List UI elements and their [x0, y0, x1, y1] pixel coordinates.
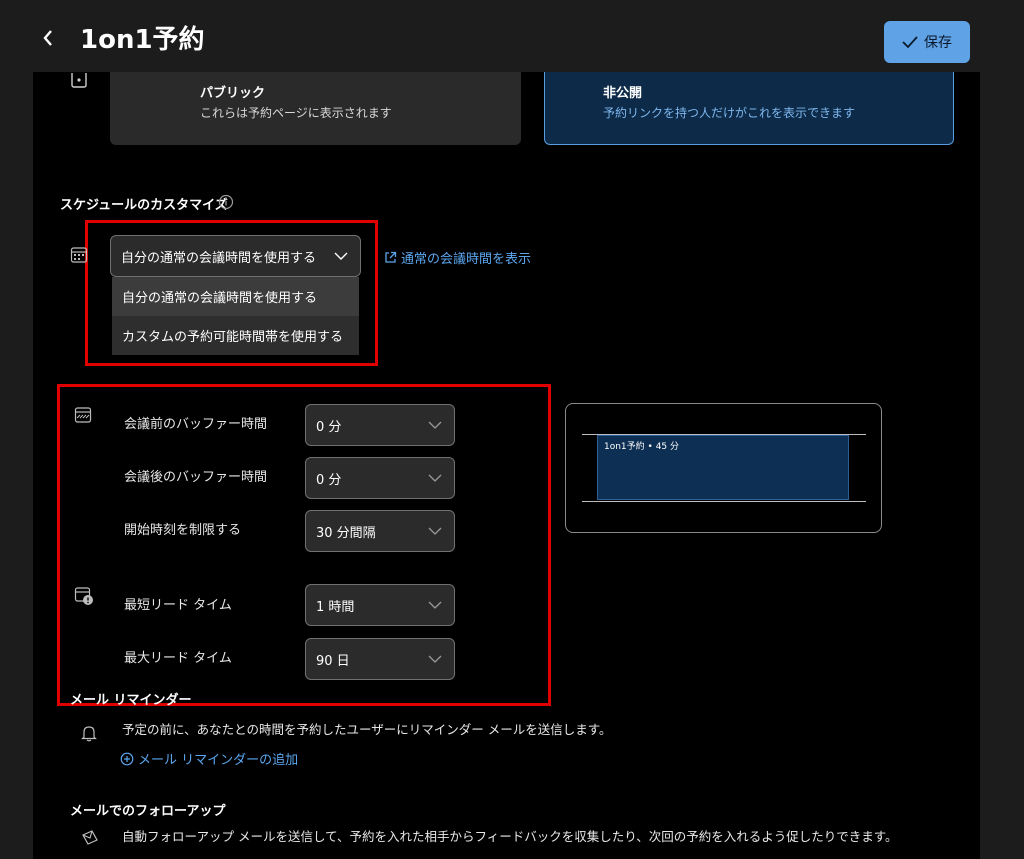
private-option-desc: 予約リンクを持つ人だけがこれを表示できます [603, 106, 856, 120]
add-circle-icon [120, 752, 134, 765]
before-buffer-value: 0 分 [316, 419, 342, 435]
schedule-dropdown-menu: 自分の通常の会議時間を使用する カスタムの予約可能時間帯を使用する [112, 277, 359, 355]
min-lead-label: 最短リード タイム [124, 598, 232, 613]
reminder-heading: メール リマインダー [70, 693, 192, 708]
private-option-card[interactable]: 非公開 予約リンクを持つ人だけがこれを表示できます [544, 72, 954, 145]
min-lead-select[interactable]: 1 時間 [305, 584, 455, 626]
view-hours-link-label: 通常の会議時間を表示 [401, 252, 532, 267]
add-reminder-link[interactable]: メール リマインダーの追加 [120, 749, 298, 768]
save-button-label: 保存 [924, 35, 952, 51]
info-icon[interactable] [218, 194, 234, 214]
public-option-desc: これらは予約ページに表示されます [200, 106, 392, 120]
followup-desc: 自動フォローアップ メールを送信して、予約を入れた相手からフィードバックを収集し… [122, 829, 898, 844]
public-option-title: パブリック [200, 86, 266, 101]
start-time-select[interactable]: 30 分間隔 [305, 510, 455, 552]
save-button[interactable]: 保存 [884, 21, 970, 63]
chevron-left-icon [43, 30, 52, 46]
after-buffer-value: 0 分 [316, 472, 342, 488]
visibility-icon [70, 72, 88, 92]
start-time-label: 開始時刻を制限する [124, 523, 242, 538]
schedule-heading: スケジュールのカスタマイズ [60, 198, 228, 213]
chevron-down-icon [428, 474, 442, 482]
chevron-down-icon [428, 601, 442, 609]
schedule-option-regular[interactable]: 自分の通常の会議時間を使用する [112, 277, 359, 316]
schedule-option-custom[interactable]: カスタムの予約可能時間帯を使用する [112, 316, 359, 355]
back-button[interactable] [42, 28, 54, 53]
before-buffer-select[interactable]: 0 分 [305, 404, 455, 446]
preview-bottom-line [582, 501, 866, 502]
chevron-down-icon [428, 527, 442, 535]
bell-icon [80, 724, 98, 746]
chevron-down-icon [428, 655, 442, 663]
schedule-dropdown-value: 自分の通常の会議時間を使用する [121, 250, 317, 266]
schedule-dropdown[interactable]: 自分の通常の会議時間を使用する [110, 235, 361, 277]
max-lead-select[interactable]: 90 日 [305, 638, 455, 680]
after-buffer-select[interactable]: 0 分 [305, 457, 455, 499]
max-lead-label: 最大リード タイム [124, 651, 232, 666]
preview-event-block: 1on1予約 • 45 分 [597, 435, 849, 500]
followup-heading: メールでのフォローアップ [70, 804, 226, 819]
lead-time-icon [74, 586, 94, 610]
add-reminder-label: メール リマインダーの追加 [138, 753, 299, 768]
chevron-down-icon [334, 252, 348, 260]
calendar-grid-icon [70, 246, 88, 268]
max-lead-value: 90 日 [316, 653, 350, 669]
mail-followup-icon [80, 828, 100, 852]
view-hours-link[interactable]: 通常の会議時間を表示 [384, 248, 531, 267]
open-external-icon [385, 251, 397, 263]
page-title: 1on1予約 [80, 25, 205, 55]
buffer-time-icon [74, 406, 92, 428]
start-time-value: 30 分間隔 [316, 525, 376, 541]
chevron-down-icon [428, 421, 442, 429]
preview-event-label: 1on1予約 • 45 分 [604, 442, 680, 452]
min-lead-value: 1 時間 [316, 599, 355, 615]
checkmark-icon [902, 36, 918, 49]
private-option-title: 非公開 [603, 86, 643, 101]
buffer-preview: 1on1予約 • 45 分 [565, 403, 882, 533]
before-buffer-label: 会議前のバッファー時間 [124, 417, 268, 432]
reminder-desc: 予定の前に、あなたとの時間を予約したユーザーにリマインダー メールを送信します。 [122, 722, 612, 737]
after-buffer-label: 会議後のバッファー時間 [124, 470, 268, 485]
public-option-card[interactable]: パブリック これらは予約ページに表示されます [110, 72, 521, 145]
